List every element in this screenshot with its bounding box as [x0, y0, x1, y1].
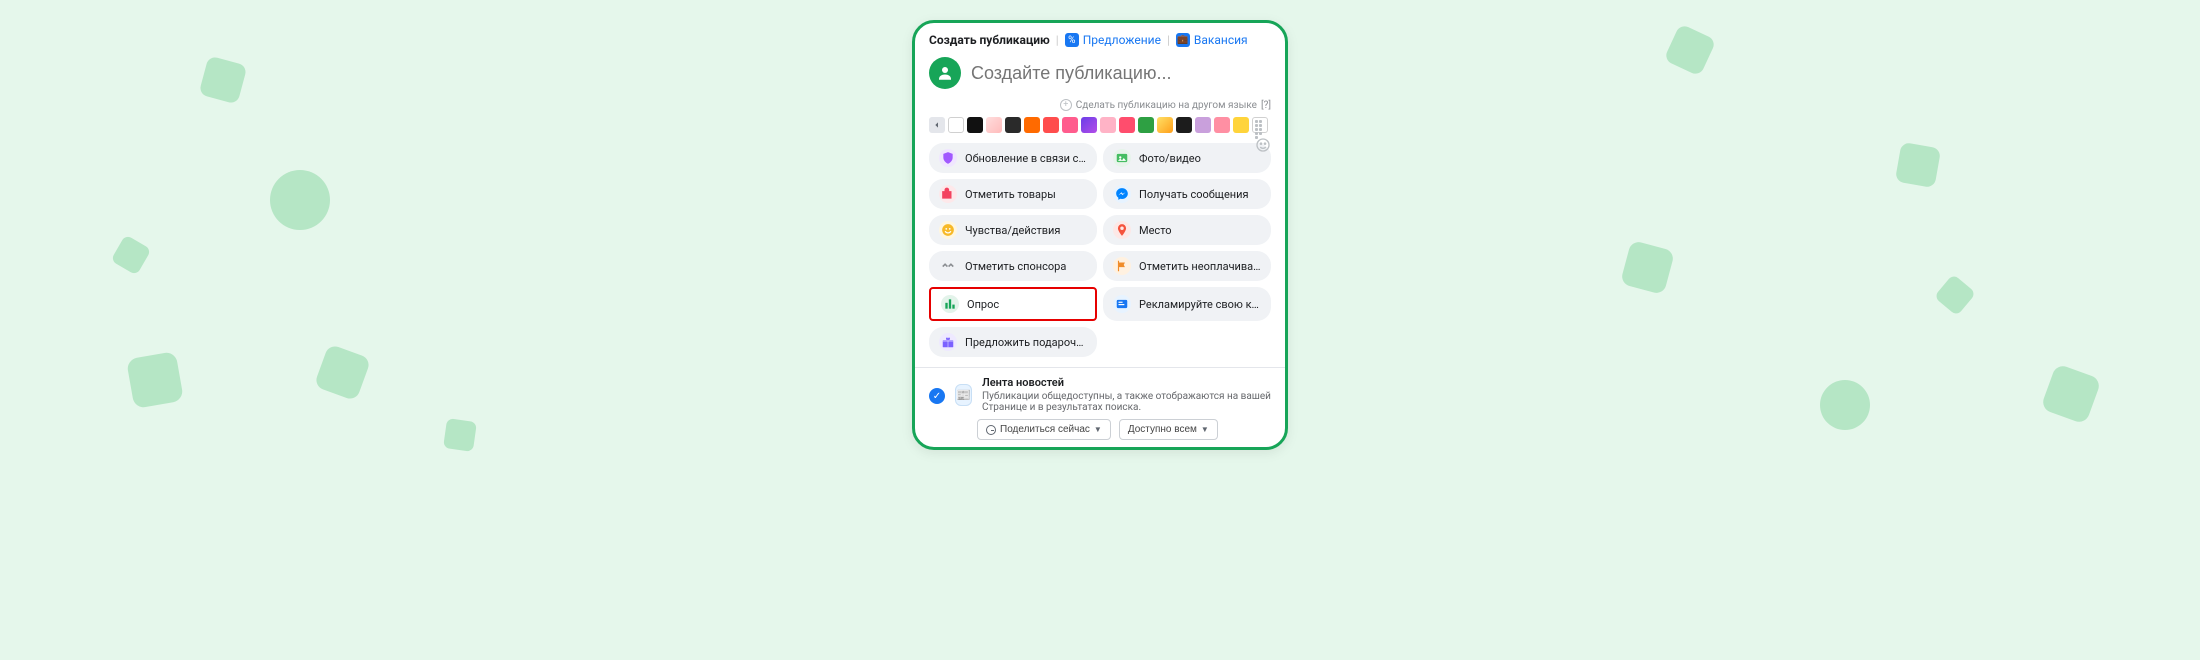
- shield-icon: [939, 149, 957, 167]
- gift-icon: [939, 333, 957, 351]
- ad-icon: [1113, 295, 1131, 313]
- option-photo[interactable]: Фото/видео: [1103, 143, 1271, 173]
- tab-create-post[interactable]: Создать публикацию: [929, 33, 1050, 47]
- option-gift[interactable]: Предложить подарочные к…: [929, 327, 1097, 357]
- composer-tabs: Создать публикацию | % Предложение | 💼 В…: [915, 23, 1285, 53]
- feed-info: Лента новостей Публикации общедоступны, …: [982, 376, 1271, 413]
- tab-offer[interactable]: % Предложение: [1065, 33, 1161, 47]
- tab-vacancy[interactable]: 💼 Вакансия: [1176, 33, 1248, 47]
- option-label: Чувства/действия: [965, 224, 1060, 237]
- briefcase-icon: 💼: [1176, 33, 1190, 47]
- messenger-icon: [1113, 185, 1131, 203]
- check-icon: ✓: [929, 388, 945, 404]
- deco-shape: [199, 56, 248, 105]
- option-bag[interactable]: Отметить товары: [929, 179, 1097, 209]
- option-smile[interactable]: Чувства/действия: [929, 215, 1097, 245]
- deco-shape: [443, 418, 477, 452]
- user-icon: [936, 64, 954, 82]
- compose-row: [915, 53, 1285, 99]
- option-handshake[interactable]: Отметить спонсора: [929, 251, 1097, 281]
- bg-swatch[interactable]: [967, 117, 983, 133]
- emoji-picker-icon[interactable]: [1255, 137, 1271, 153]
- bg-swatch[interactable]: [1195, 117, 1211, 133]
- bg-swatch[interactable]: [1233, 117, 1249, 133]
- post-text-input[interactable]: [971, 63, 1271, 84]
- option-label: Обновление в связи с COVI…: [965, 152, 1087, 165]
- swatch-prev-button[interactable]: [929, 117, 945, 133]
- deco-shape: [1663, 23, 1716, 76]
- offer-icon: %: [1065, 33, 1079, 47]
- bg-swatch[interactable]: [1043, 117, 1059, 133]
- option-label: Опрос: [967, 298, 999, 311]
- option-label: Предложить подарочные к…: [965, 336, 1087, 349]
- flag-icon: [1113, 257, 1131, 275]
- option-shield[interactable]: Обновление в связи с COVI…: [929, 143, 1097, 173]
- deco-shape: [314, 344, 372, 402]
- chevron-down-icon: ▼: [1094, 425, 1102, 434]
- bg-swatch[interactable]: [1062, 117, 1078, 133]
- option-ad[interactable]: Рекламируйте свою компан…: [1103, 287, 1271, 321]
- bg-swatch[interactable]: [986, 117, 1002, 133]
- chevron-down-icon: ▼: [1201, 425, 1209, 434]
- clock-icon: [986, 425, 996, 435]
- smile-icon: [939, 221, 957, 239]
- profile-avatar[interactable]: [929, 57, 961, 89]
- option-label: Получать сообщения: [1139, 188, 1249, 201]
- deco-shape: [126, 351, 184, 409]
- deco-shape: [2040, 363, 2102, 425]
- bg-swatch[interactable]: [1119, 117, 1135, 133]
- swatch-grid-button[interactable]: [1252, 117, 1268, 133]
- bg-swatch[interactable]: [948, 117, 964, 133]
- bg-swatch[interactable]: [1081, 117, 1097, 133]
- bag-icon: [939, 185, 957, 203]
- bg-swatch[interactable]: [1138, 117, 1154, 133]
- share-time-dropdown[interactable]: Поделиться сейчас ▼: [977, 419, 1111, 440]
- option-label: Место: [1139, 224, 1172, 237]
- deco-shape: [270, 170, 330, 230]
- option-label: Отметить неоплачиваемую …: [1139, 260, 1261, 273]
- feed-title: Лента новостей: [982, 376, 1271, 389]
- create-post-composer: Создать публикацию | % Предложение | 💼 В…: [912, 20, 1288, 450]
- divider: |: [1167, 33, 1170, 47]
- bg-swatch[interactable]: [1005, 117, 1021, 133]
- bg-swatch[interactable]: [1100, 117, 1116, 133]
- poll-icon: [941, 295, 959, 313]
- option-poll[interactable]: Опрос: [929, 287, 1097, 321]
- handshake-icon: [939, 257, 957, 275]
- option-label: Отметить спонсора: [965, 260, 1066, 273]
- divider: |: [1056, 33, 1059, 47]
- option-label: Рекламируйте свою компан…: [1139, 298, 1261, 311]
- chevron-left-icon: [933, 121, 941, 129]
- deco-shape: [1820, 380, 1870, 430]
- other-language-link[interactable]: Сделать публикацию на другом языке: [1076, 100, 1257, 111]
- deco-shape: [1620, 240, 1675, 295]
- pin-icon: [1113, 221, 1131, 239]
- bg-swatch[interactable]: [1176, 117, 1192, 133]
- deco-shape: [1895, 142, 1941, 188]
- background-swatches: [915, 117, 1285, 143]
- other-language-row: + Сделать публикацию на другом языке [?]: [915, 99, 1285, 117]
- help-hint[interactable]: [?]: [1261, 100, 1271, 111]
- audience-dropdown[interactable]: Доступно всем ▼: [1119, 419, 1218, 440]
- bg-swatch[interactable]: [1157, 117, 1173, 133]
- bg-swatch[interactable]: [1024, 117, 1040, 133]
- bg-swatch[interactable]: [1214, 117, 1230, 133]
- feed-description: Публикации общедоступны, а также отображ…: [982, 391, 1271, 413]
- option-pin[interactable]: Место: [1103, 215, 1271, 245]
- plus-icon[interactable]: +: [1060, 99, 1072, 111]
- news-feed-icon: 📰: [955, 384, 972, 406]
- option-label: Отметить товары: [965, 188, 1056, 201]
- deco-shape: [1934, 274, 1976, 316]
- option-messenger[interactable]: Получать сообщения: [1103, 179, 1271, 209]
- post-attachment-options: Обновление в связи с COVI… Фото/видео Отме…: [915, 143, 1285, 367]
- deco-shape: [111, 235, 152, 276]
- photo-icon: [1113, 149, 1131, 167]
- option-flag[interactable]: Отметить неоплачиваемую …: [1103, 251, 1271, 281]
- composer-footer: ✓ 📰 Лента новостей Публикации общедоступ…: [915, 367, 1285, 440]
- option-label: Фото/видео: [1139, 152, 1201, 165]
